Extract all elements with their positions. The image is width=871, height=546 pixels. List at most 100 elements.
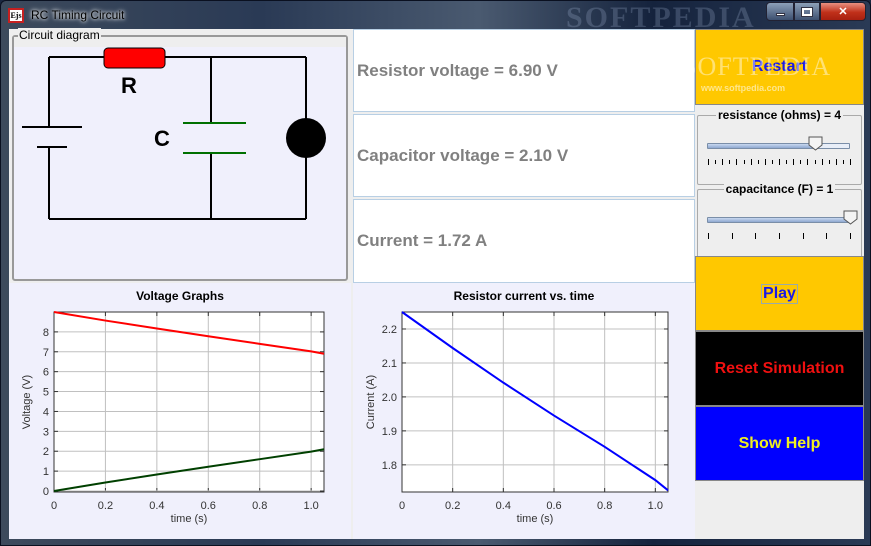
y-tick-label: 0 — [43, 486, 49, 498]
resistance-tick — [779, 159, 780, 165]
x-tick-label: 0.2 — [98, 500, 113, 512]
x-tick-label: 0 — [399, 500, 405, 512]
capacitance-tick — [779, 233, 780, 239]
resistance-tick — [757, 160, 759, 164]
resistance-tick — [750, 159, 752, 165]
show-help-button[interactable]: Show Help — [695, 406, 864, 481]
x-tick-label: 0.2 — [445, 500, 460, 512]
resistance-slider-fill — [708, 144, 816, 148]
x-tick-label: 0.4 — [149, 500, 164, 512]
y-tick-label: 5 — [43, 387, 49, 399]
maximize-icon — [801, 6, 813, 17]
show-help-label: Show Help — [738, 434, 821, 452]
bulb — [286, 118, 326, 158]
play-button[interactable]: Play — [695, 256, 864, 331]
minimize-icon — [775, 13, 785, 16]
minimize-button[interactable] — [766, 2, 794, 21]
window-title: RC Timing Circuit — [31, 8, 125, 22]
resistance-slider-group: resistance (ohms) = 4 — [697, 108, 862, 185]
capacitance-tick — [802, 233, 804, 239]
capacitance-slider-label: capacitance (F) = 1 — [723, 182, 836, 196]
resistance-tick — [764, 159, 766, 165]
resistance-tick — [736, 159, 738, 165]
capacitance-tick — [850, 233, 851, 239]
resistance-tick — [715, 160, 717, 164]
app-window: Ejs RC Timing Circuit SOFTPEDIA ✕ R C Ci… — [0, 0, 871, 546]
capacitance-tick — [826, 233, 828, 239]
restart-label: Restart — [751, 58, 808, 75]
y-tick-label: 7 — [43, 347, 49, 359]
capacitor-voltage-readout: Capacitor voltage = 2.10 V — [353, 114, 695, 197]
maximize-button[interactable] — [794, 2, 820, 21]
y-tick-label: 2.2 — [382, 324, 397, 336]
resistance-tick — [793, 159, 795, 165]
resistance-tick — [708, 159, 709, 165]
resistance-slider-label: resistance (ohms) = 4 — [715, 108, 844, 122]
resistance-tick — [807, 159, 809, 165]
control-panel: SOFTPEDIA www.softpedia.com Restart resi… — [682, 29, 864, 539]
resistance-tick — [722, 159, 724, 165]
circuit-diagram-legend: Circuit diagram — [18, 28, 101, 42]
close-icon: ✕ — [838, 6, 848, 18]
resistance-tick — [835, 159, 837, 165]
capacitance-slider[interactable] — [707, 217, 850, 223]
resistance-tick — [786, 160, 788, 164]
x-tick-label: 0.8 — [252, 500, 267, 512]
resistor-label: R — [121, 73, 137, 98]
window-controls: ✕ — [766, 2, 866, 21]
current-graph[interactable]: 0 0.2 0.4 0.6 0.8 1.0 1.8 1.9 2.0 2.1 2.2 time (s) C… — [353, 283, 695, 539]
y-tick-label: 1.9 — [382, 426, 397, 438]
resistance-tick — [842, 160, 844, 164]
y-tick-label: 8 — [43, 327, 49, 339]
x-axis-label: time (s) — [171, 513, 208, 525]
x-tick-label: 0 — [51, 500, 57, 512]
close-button[interactable]: ✕ — [820, 2, 866, 21]
reset-simulation-button[interactable]: Reset Simulation — [695, 331, 864, 406]
voltage-graph-panel: Voltage Graphs 0 0.2 0.4 0.6 0.8 1.0 0 1 2 3 4 5 6 7 8… — [9, 283, 351, 539]
x-tick-label: 0.6 — [546, 500, 561, 512]
y-tick-label: 3 — [43, 426, 49, 438]
x-tick-label: 1.0 — [303, 500, 318, 512]
resistance-tick — [800, 160, 802, 164]
resistance-slider-thumb[interactable] — [808, 136, 823, 151]
capacitor-label: C — [154, 126, 170, 151]
y-tick-label: 6 — [43, 367, 49, 379]
resistance-tick — [771, 160, 773, 164]
resistor-voltage-readout: Resistor voltage = 6.90 V — [353, 29, 695, 112]
circuit-panel: R C Circuit diagram — [9, 28, 351, 283]
capacitance-slider-fill — [708, 218, 849, 222]
current-graph-panel: Resistor current vs. time 0 0.2 0.4 0.6 0.8 1… — [353, 283, 695, 539]
capacitance-slider-group: capacitance (F) = 1 — [697, 182, 862, 259]
resistance-slider-ticks — [708, 159, 851, 165]
reset-simulation-label: Reset Simulation — [714, 359, 845, 377]
resistance-slider[interactable] — [707, 143, 850, 149]
capacitance-tick — [731, 233, 733, 239]
x-tick-label: 0.4 — [496, 500, 511, 512]
capacitance-tick — [755, 233, 757, 239]
play-label: Play — [761, 283, 798, 304]
voltage-graph[interactable]: 0 0.2 0.4 0.6 0.8 1.0 0 1 2 3 4 5 6 7 8 time (s) Voltage… — [9, 283, 351, 539]
client-area: R C Circuit diagram Resistor voltage = 6… — [9, 28, 864, 539]
x-tick-label: 0.8 — [597, 500, 612, 512]
resistance-tick — [828, 160, 830, 164]
resistance-tick — [821, 159, 823, 165]
resistance-tick — [814, 160, 816, 164]
y-tick-label: 1 — [43, 466, 49, 478]
title-bar[interactable]: Ejs RC Timing Circuit SOFTPEDIA ✕ — [1, 1, 871, 34]
readouts-panel: Resistor voltage = 6.90 V Capacitor volt… — [353, 29, 695, 283]
restart-button[interactable]: SOFTPEDIA www.softpedia.com Restart — [682, 29, 864, 105]
resistance-tick — [743, 160, 745, 164]
x-tick-label: 0.6 — [201, 500, 216, 512]
y-tick-label: 2.0 — [382, 392, 397, 404]
ejs-app-icon: Ejs — [8, 8, 24, 23]
capacitance-slider-thumb[interactable] — [843, 210, 858, 225]
circuit-diagram: R C — [22, 47, 326, 220]
y-axis-label: Current (A) — [365, 375, 377, 429]
y-tick-label: 2.1 — [382, 358, 397, 370]
resistor[interactable] — [103, 47, 166, 69]
y-tick-label: 1.8 — [382, 460, 397, 472]
resistance-tick — [850, 159, 851, 165]
x-axis-label: time (s) — [517, 513, 554, 525]
y-axis-label: Voltage (V) — [21, 375, 33, 429]
capacitance-slider-ticks — [708, 233, 851, 239]
